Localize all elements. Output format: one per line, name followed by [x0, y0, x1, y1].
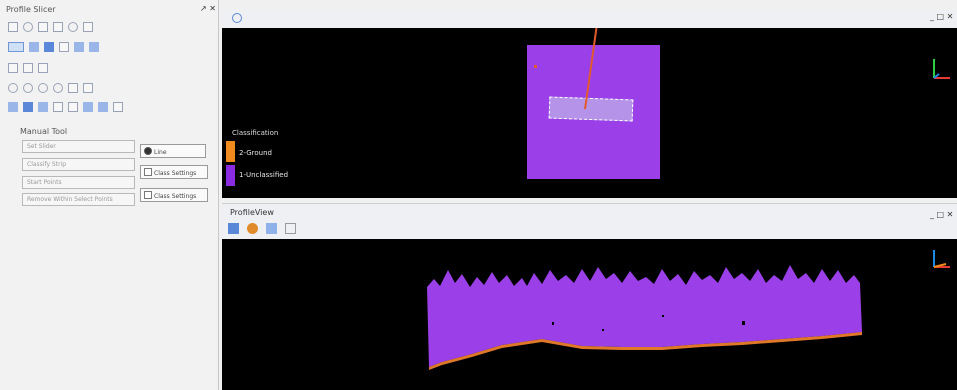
class-settings-button-1[interactable]: Class Settings [140, 165, 208, 179]
dropdown-icon[interactable] [59, 42, 69, 52]
graph-icon[interactable] [68, 102, 78, 112]
panel-title: Profile Slicer [6, 5, 56, 14]
frame-icon[interactable] [285, 223, 296, 234]
axis-gizmo-bottom [933, 250, 950, 268]
legend-swatch-unclassified [226, 165, 235, 186]
profile-view-title: ProfileView [230, 208, 274, 217]
layers-icon[interactable] [83, 102, 93, 112]
hexagon-icon[interactable] [38, 22, 48, 32]
profile-view-canvas[interactable] [222, 239, 957, 390]
top-view-window-controls[interactable]: _ □ ✕ [930, 12, 953, 21]
pin-down-icon[interactable] [89, 42, 99, 52]
toolbar-row-5 [8, 102, 123, 112]
ruler-icon[interactable] [23, 63, 33, 73]
class-settings-label-1: Class Settings [154, 170, 197, 177]
legend-label-unclassified: 1-Unclassified [239, 171, 289, 179]
legend-swatch-ground [226, 141, 235, 162]
legend-label-ground: 2-Ground [239, 149, 272, 157]
profile-view-window-controls[interactable]: _ □ ✕ [930, 210, 953, 219]
checkbox-icon [144, 191, 152, 199]
line-mode-label: Line [154, 149, 167, 156]
axis-gizmo-top [933, 59, 950, 79]
profile-view-toolbar [228, 223, 296, 234]
legend-title: Classification [232, 129, 279, 137]
line-tool-icon[interactable] [8, 42, 24, 52]
sun-icon[interactable] [247, 223, 258, 234]
select-icon[interactable] [8, 102, 18, 112]
ellipse-icon[interactable] [23, 83, 33, 93]
target-icon[interactable] [53, 83, 63, 93]
profile-point-cloud [427, 265, 862, 370]
toolbar-row-3 [8, 63, 48, 73]
cube-icon[interactable] [38, 102, 48, 112]
toolbar-row-1 [8, 22, 93, 32]
box-icon[interactable] [68, 83, 78, 93]
top-view-canvas[interactable]: Classification 2-Ground 1-Unclassified [222, 28, 957, 198]
rotate-icon[interactable] [68, 22, 78, 32]
profile-selection-strip[interactable] [548, 96, 634, 122]
classify-strip-button[interactable]: Classify Strip [22, 158, 135, 171]
marker-point [534, 65, 537, 68]
marker-icon[interactable] [29, 42, 39, 52]
line-mode-option[interactable]: Line [140, 144, 206, 158]
toolbar-row-2 [8, 42, 99, 52]
chart-icon[interactable] [98, 102, 108, 112]
point-icon[interactable] [44, 42, 54, 52]
text-icon[interactable] [8, 63, 18, 73]
polygon-icon[interactable] [8, 22, 18, 32]
cursor-icon[interactable] [83, 83, 93, 93]
manual-tool-title: Manual Tool [20, 127, 68, 136]
top-view-header [222, 10, 957, 29]
node-icon[interactable] [53, 102, 63, 112]
measure-icon[interactable] [266, 223, 277, 234]
select-icon[interactable] [228, 223, 239, 234]
checkbox-icon [144, 168, 152, 176]
radio-icon [144, 147, 152, 155]
class-settings-label-2: Class Settings [154, 193, 197, 200]
start-points-button[interactable]: Start Points [22, 176, 135, 189]
grid-icon[interactable] [38, 63, 48, 73]
ring-icon[interactable] [38, 83, 48, 93]
globe-icon[interactable] [232, 13, 242, 23]
panel-window-controls[interactable]: ↗ ✕ [200, 4, 216, 13]
set-slider-button[interactable]: Set Slider [22, 140, 135, 153]
profile-panel: Profile Slicer ↗ ✕ Manual Tool Set Slide… [0, 0, 219, 390]
toolbar-row-4 [8, 83, 93, 93]
profile-view-header: ProfileView _ □ ✕ [222, 203, 957, 240]
class-settings-button-2[interactable]: Class Settings [140, 188, 208, 202]
circle-select-icon[interactable] [8, 83, 18, 93]
filter-icon[interactable] [23, 102, 33, 112]
circle-icon[interactable] [23, 22, 33, 32]
pin-icon[interactable] [74, 42, 84, 52]
remove-within-select-points-button[interactable]: Remove Within Select Points [22, 193, 135, 206]
edit-icon[interactable] [53, 22, 63, 32]
image-icon[interactable] [83, 22, 93, 32]
frame-icon[interactable] [113, 102, 123, 112]
